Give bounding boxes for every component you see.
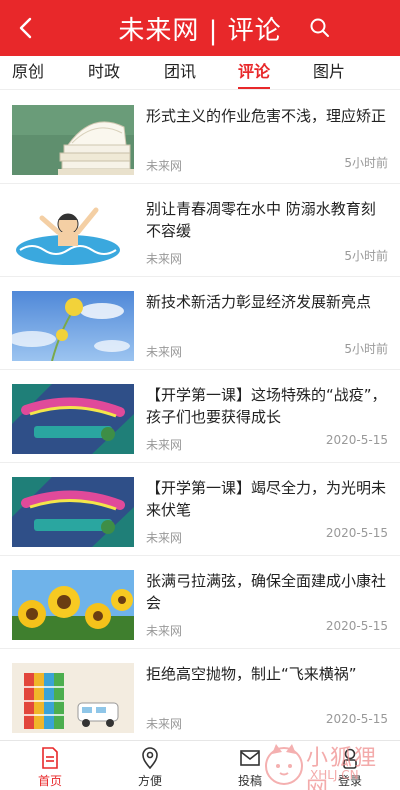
article-title[interactable]: 新技术新活力彰显经济发展新亮点 <box>146 291 388 313</box>
category-tabs: 原创 时政 团讯 评论 图片 <box>0 56 400 90</box>
article-source: 未来网 <box>146 252 183 266</box>
article-thumbnail <box>12 477 134 547</box>
article-thumbnail <box>12 291 134 361</box>
article-source: 未来网 <box>146 717 183 731</box>
list-item[interactable]: 新技术新活力彰显经济发展新亮点 未来网 5小时前 <box>0 277 400 370</box>
article-thumbnail <box>12 198 134 268</box>
tab-original[interactable]: 原创 <box>10 56 46 90</box>
list-item[interactable]: 【开学第一课】这场特殊的“战疫”，孩子们也要获得成长 未来网 2020-5-15 <box>0 370 400 463</box>
nav-convenience-label: 方便 <box>137 774 162 788</box>
list-item[interactable]: 拒绝高空抛物，制止“飞来横祸” 未来网 2020-5-15 <box>0 649 400 742</box>
tab-comment[interactable]: 评论 <box>236 56 272 90</box>
list-item[interactable]: 【开学第一课】竭尽全力，为光明未来伏笔 未来网 2020-5-15 <box>0 463 400 556</box>
article-source: 未来网 <box>146 159 183 173</box>
article-thumbnail <box>12 105 134 175</box>
article-title[interactable]: 【开学第一课】这场特殊的“战疫”，孩子们也要获得成长 <box>146 384 388 428</box>
list-item[interactable]: 别让青春凋零在水中 防溺水教育刻不容缓 未来网 5小时前 <box>0 184 400 277</box>
search-icon <box>310 18 329 37</box>
article-title[interactable]: 【开学第一课】竭尽全力，为光明未来伏笔 <box>146 477 388 521</box>
article-title[interactable]: 拒绝高空抛物，制止“飞来横祸” <box>146 663 388 685</box>
article-time: 5小时前 <box>344 249 388 263</box>
site-watermark: 小狐狸网 XHLJ.CN <box>262 738 398 790</box>
article-source: 未来网 <box>146 531 183 545</box>
article-time: 5小时前 <box>344 156 388 170</box>
nav-home-label: 首页 <box>37 774 62 788</box>
tab-politics[interactable]: 时政 <box>86 56 122 90</box>
list-item[interactable]: 形式主义的作业危害不浅，理应矫正 未来网 5小时前 <box>0 91 400 184</box>
page-title: 未来网 | 评论 <box>118 15 282 46</box>
tab-pictures[interactable]: 图片 <box>311 56 347 90</box>
nav-home[interactable]: 首页 <box>10 741 90 790</box>
article-source: 未来网 <box>146 438 183 452</box>
search-button[interactable] <box>302 10 338 46</box>
article-time: 2020-5-15 <box>325 526 388 540</box>
watermark-text: 小狐狸网 <box>306 746 379 790</box>
article-title[interactable]: 形式主义的作业危害不浅，理应矫正 <box>146 105 388 127</box>
top-bar: 未来网 | 评论 <box>0 0 400 56</box>
envelope-icon <box>240 750 260 766</box>
tab-league-news[interactable]: 团讯 <box>162 56 198 90</box>
article-time: 2020-5-15 <box>325 712 388 726</box>
home-doc-icon <box>42 747 58 769</box>
article-title[interactable]: 别让青春凋零在水中 防溺水教育刻不容缓 <box>146 198 388 242</box>
article-thumbnail <box>12 663 134 733</box>
article-time: 2020-5-15 <box>325 619 388 633</box>
watermark-url: XHLJ.CN <box>310 768 359 782</box>
nav-convenience[interactable]: 方便 <box>110 741 190 790</box>
list-item[interactable]: 张满弓拉满弦，确保全面建成小康社会 未来网 2020-5-15 <box>0 556 400 649</box>
article-thumbnail <box>12 384 134 454</box>
article-time: 2020-5-15 <box>325 433 388 447</box>
fox-logo-icon <box>265 744 303 785</box>
location-pin-icon <box>142 747 158 769</box>
article-source: 未来网 <box>146 624 183 638</box>
article-title[interactable]: 张满弓拉满弦，确保全面建成小康社会 <box>146 570 388 614</box>
article-source: 未来网 <box>146 345 183 359</box>
article-thumbnail <box>12 570 134 640</box>
article-time: 5小时前 <box>344 342 388 356</box>
